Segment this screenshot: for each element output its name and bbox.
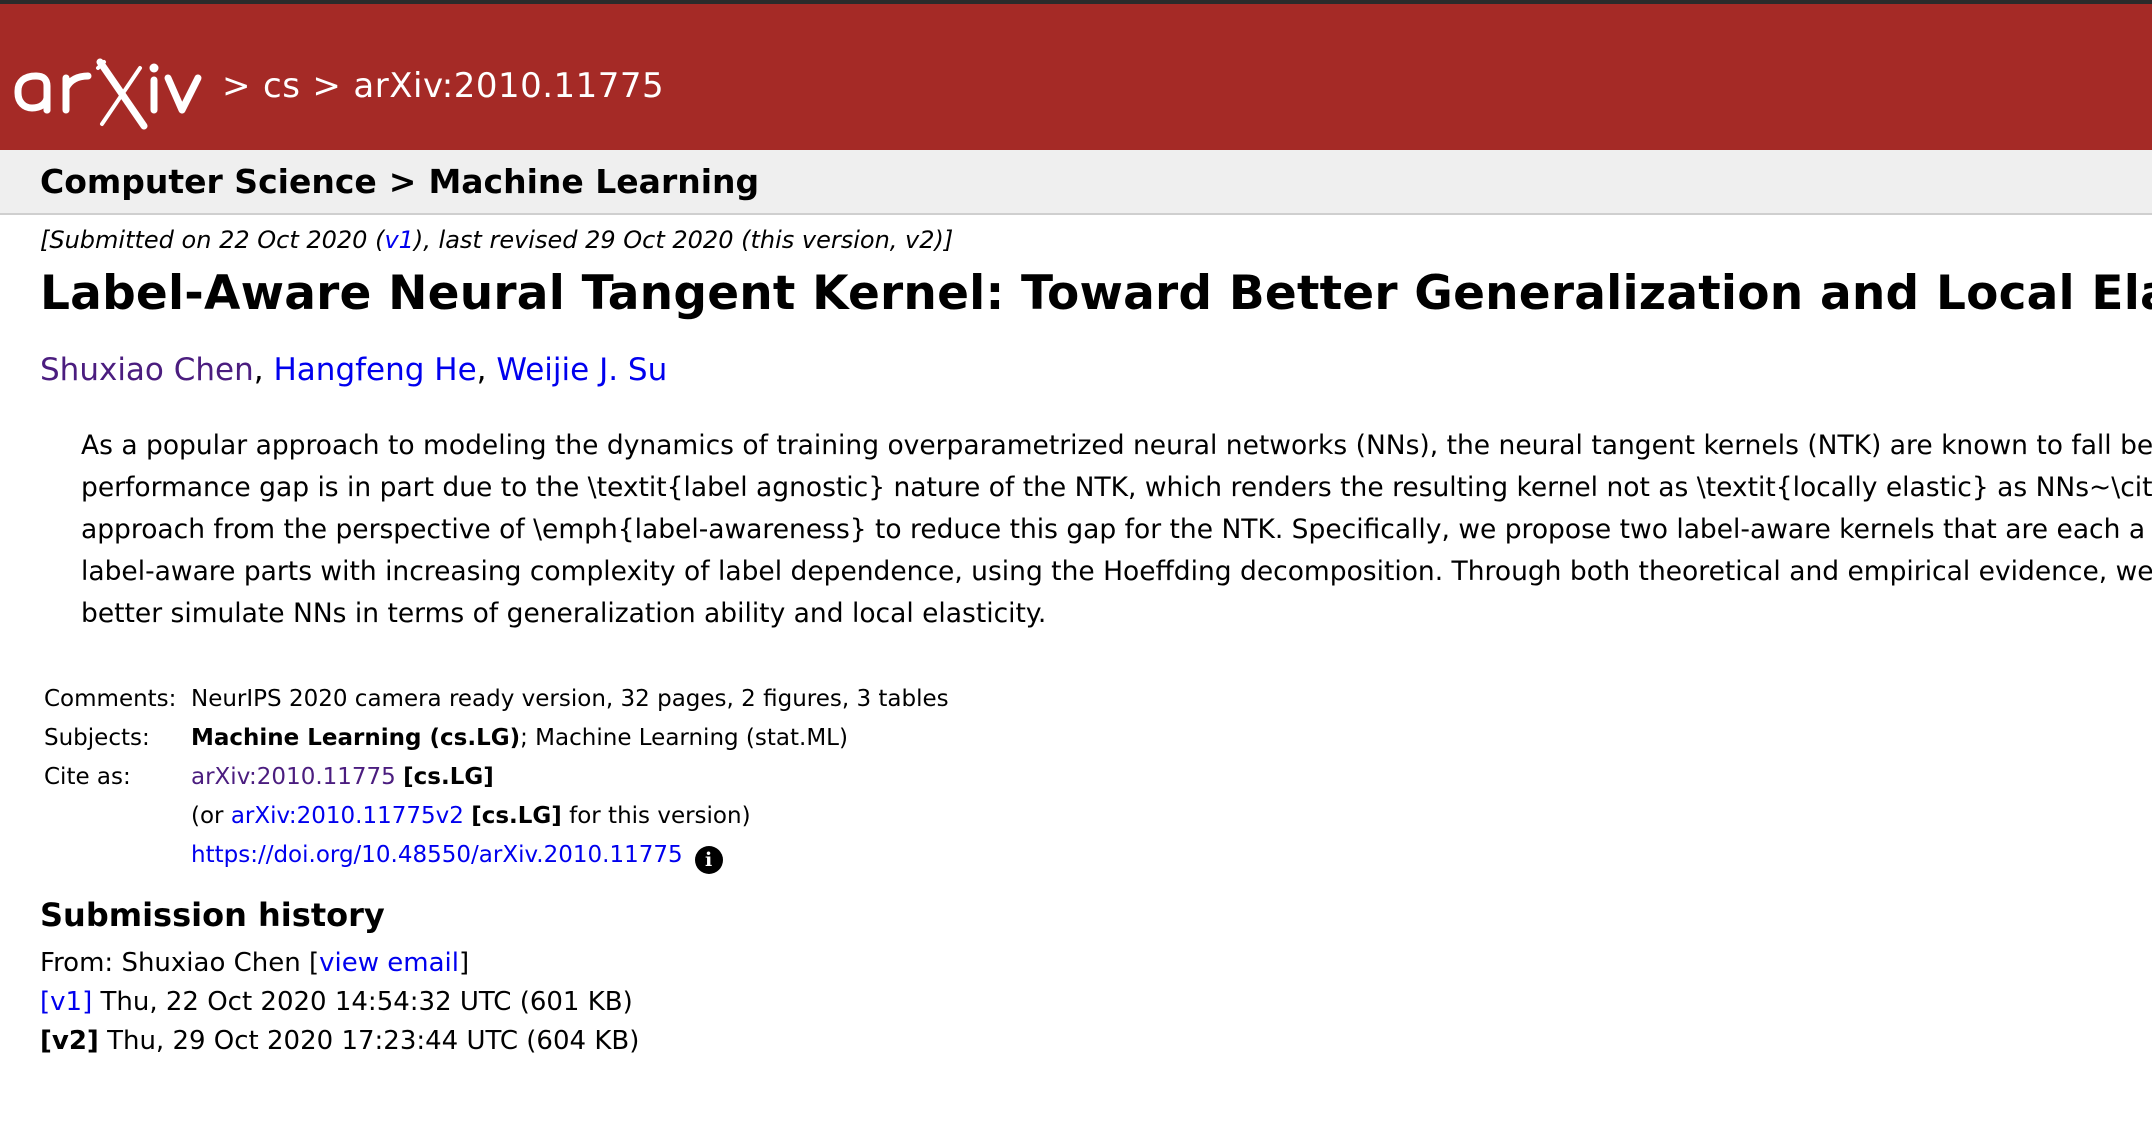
page: > cs > arXiv:2010.11775 Computer Science > Ma… <box>0 0 2152 1126</box>
history-v2-text: Thu, 29 Oct 2020 17:23:44 UTC (604 KB) <box>98 1026 640 1056</box>
abstract: As a popular approach to modeling the dy… <box>81 425 2152 635</box>
submission-dateline: [Submitted on 22 Oct 2020 (v1), last rev… <box>40 226 953 254</box>
comments-value: NeurIPS 2020 camera ready version, 32 pa… <box>191 686 949 712</box>
subject-breadcrumb: Computer Science > Machine Learning <box>40 162 759 201</box>
history-v1-link[interactable]: [v1] <box>40 987 92 1017</box>
cite-value: arXiv:2010.11775 [cs.LG] <box>191 764 494 790</box>
doi-value: https://doi.org/10.48550/arXiv.2010.1177… <box>191 842 723 874</box>
breadcrumb-separator: > <box>222 66 251 106</box>
breadcrumb-paper-id: arXiv:2010.11775 <box>353 66 665 106</box>
history-v1-text: Thu, 22 Oct 2020 14:54:32 UTC (601 KB) <box>92 987 633 1017</box>
subjects-value: Machine Learning (cs.LG); Machine Learni… <box>191 725 848 751</box>
secondary-subjects: ; Machine Learning (stat.ML) <box>520 725 848 751</box>
author-link-weijie-su[interactable]: Weijie J. Su <box>496 352 667 388</box>
subject-computer-science: Computer Science <box>40 162 377 201</box>
abstract-line: performance gap is in part due to the \t… <box>81 472 2152 503</box>
breadcrumb-separator: > <box>312 66 342 106</box>
author-separator: , <box>476 352 487 388</box>
history-from-suffix: ] <box>458 948 470 978</box>
author-link-shuxiao-chen[interactable]: Shuxiao Chen <box>40 352 254 388</box>
submission-history: From: Shuxiao Chen [view email] [v1] Thu… <box>40 948 639 1065</box>
dateline-v1-link[interactable]: v1 <box>384 226 413 254</box>
author-link-hangfeng-he[interactable]: Hangfeng He <box>273 352 476 388</box>
dateline-prefix: [Submitted on 22 Oct 2020 ( <box>40 226 385 254</box>
cite-version-prefix: (or <box>191 803 231 829</box>
cite-arxiv-link[interactable]: arXiv:2010.11775 <box>191 764 396 790</box>
abstract-line: better simulate NNs in terms of generali… <box>81 598 1047 629</box>
subject-bar: Computer Science > Machine Learning <box>0 150 2152 215</box>
history-v2-line: [v2] Thu, 29 Oct 2020 17:23:44 UTC (604 … <box>40 1026 639 1065</box>
header-breadcrumb: > cs > arXiv:2010.11775 <box>210 66 664 106</box>
arxiv-logo-icon <box>14 58 202 130</box>
author-separator: , <box>253 352 264 388</box>
cite-version-category: [cs.LG] <box>471 803 562 829</box>
view-email-link[interactable]: view email <box>319 948 459 978</box>
subject-separator: > <box>388 162 417 201</box>
site-header: > cs > arXiv:2010.11775 <box>0 0 2152 150</box>
history-v1-line: [v1] Thu, 22 Oct 2020 14:54:32 UTC (601 … <box>40 987 639 1026</box>
subjects-label: Subjects: <box>44 725 150 751</box>
abstract-line: approach from the perspective of \emph{l… <box>81 514 2152 545</box>
subject-machine-learning: Machine Learning <box>428 162 760 201</box>
history-v2-label: [v2] <box>40 1026 99 1056</box>
cite-label: Cite as: <box>44 764 131 790</box>
cite-version-value: (or arXiv:2010.11775v2 [cs.LG] for this … <box>191 803 751 829</box>
abstract-line: As a popular approach to modeling the dy… <box>81 430 2152 461</box>
comments-label: Comments: <box>44 686 177 712</box>
cite-version-suffix: for this version) <box>561 803 751 829</box>
abstract-line: label-aware parts with increasing comple… <box>81 556 2152 587</box>
info-icon[interactable]: i <box>694 846 723 874</box>
doi-link[interactable]: https://doi.org/10.48550/arXiv.2010.1177… <box>191 842 683 868</box>
arxiv-logo[interactable] <box>14 58 204 132</box>
submission-history-heading: Submission history <box>40 896 385 934</box>
breadcrumb-cs-link[interactable]: cs <box>263 66 300 106</box>
history-from-prefix: From: Shuxiao Chen [ <box>40 948 320 978</box>
cite-category: [cs.LG] <box>403 764 494 790</box>
author-list: Shuxiao Chen, Hangfeng He, Weijie J. Su <box>40 352 667 388</box>
history-from-line: From: Shuxiao Chen [view email] <box>40 948 639 987</box>
dateline-suffix: ), last revised 29 Oct 2020 (this versio… <box>413 226 954 254</box>
primary-subject: Machine Learning (cs.LG) <box>191 725 521 751</box>
paper-title: Label-Aware Neural Tangent Kernel: Towar… <box>40 266 2152 321</box>
cite-version-link[interactable]: arXiv:2010.11775v2 <box>231 803 464 829</box>
